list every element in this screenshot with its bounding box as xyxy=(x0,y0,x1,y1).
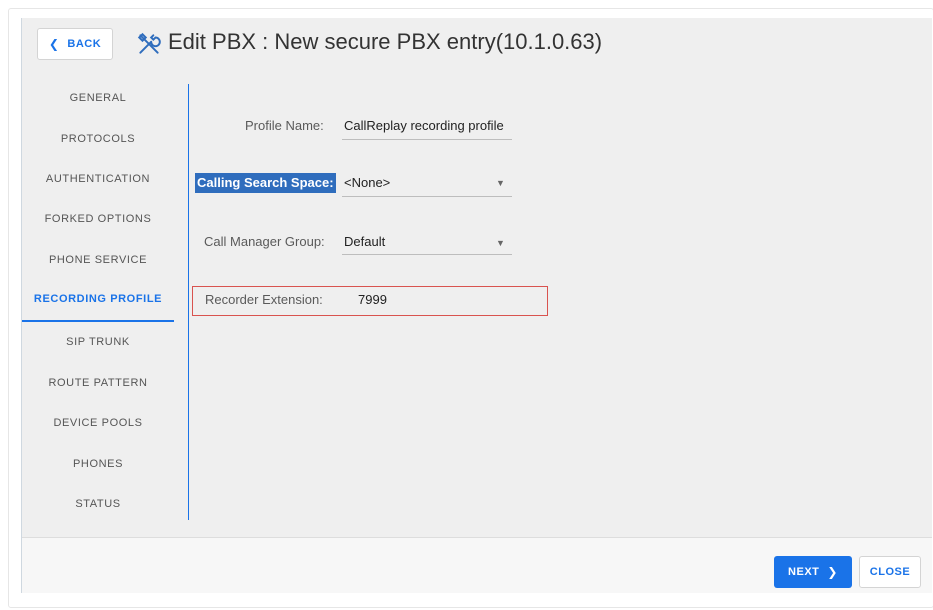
close-button[interactable]: CLOSE xyxy=(859,556,921,588)
chevron-right-icon: ❯ xyxy=(827,565,838,579)
calling-search-space-label: Calling Search Space: xyxy=(195,173,336,193)
sidebar-item-device-pools[interactable]: DEVICE POOLS xyxy=(22,408,174,438)
calling-search-space-underline xyxy=(342,196,512,197)
sidebar-item-label: GENERAL xyxy=(69,92,127,104)
call-manager-group-label: Call Manager Group: xyxy=(204,234,325,249)
tools-icon xyxy=(137,32,161,54)
sidebar-item-sip-trunk[interactable]: SIP TRUNK xyxy=(22,327,174,357)
sidebar-item-status[interactable]: STATUS xyxy=(22,489,174,519)
sidebar-item-recording-profile[interactable]: RECORDING PROFILE xyxy=(22,284,174,314)
sidebar-item-forked-options[interactable]: FORKED OPTIONS xyxy=(22,204,174,234)
active-tab-indicator xyxy=(22,320,174,322)
next-button-label: NEXT xyxy=(788,566,820,578)
sidebar-item-label: RECORDING PROFILE xyxy=(33,293,163,305)
sidebar-item-label: STATUS xyxy=(75,498,121,510)
sidebar-item-label: PHONES xyxy=(72,458,124,470)
call-manager-group-select[interactable]: Default xyxy=(344,234,385,249)
sidebar-item-label: ROUTE PATTERN xyxy=(48,377,148,389)
next-button[interactable]: NEXT ❯ xyxy=(774,556,852,588)
sidebar-item-label: AUTHENTICATION xyxy=(45,173,151,185)
close-button-label: CLOSE xyxy=(869,566,911,578)
sidebar-item-protocols[interactable]: PROTOCOLS xyxy=(22,124,174,154)
sidebar-item-label: PROTOCOLS xyxy=(60,133,136,145)
profile-name-label: Profile Name: xyxy=(245,118,324,133)
chevron-down-icon[interactable]: ▼ xyxy=(496,238,505,248)
sidebar-item-label: DEVICE POOLS xyxy=(53,417,143,429)
sidebar-item-authentication[interactable]: AUTHENTICATION xyxy=(22,164,174,194)
back-button[interactable]: ❮ BACK xyxy=(37,28,113,60)
sidebar-item-phones[interactable]: PHONES xyxy=(22,449,174,479)
page-title: Edit PBX : New secure PBX entry(10.1.0.6… xyxy=(168,29,603,54)
back-button-label: BACK xyxy=(67,38,102,50)
calling-search-space-select[interactable]: <None> xyxy=(344,175,390,190)
sidebar-item-label: SIP TRUNK xyxy=(66,336,130,348)
sidebar-item-phone-service[interactable]: PHONE SERVICE xyxy=(22,245,174,275)
recorder-extension-label: Recorder Extension: xyxy=(205,292,323,307)
sidebar-item-general[interactable]: GENERAL xyxy=(22,83,174,113)
sidebar-item-label: FORKED OPTIONS xyxy=(44,213,152,225)
profile-name-underline xyxy=(342,139,512,140)
sidebar-divider xyxy=(188,84,189,520)
edit-pbx-panel: ❮ BACK Edit PBX : New secure PBX entry(1… xyxy=(21,18,932,593)
sidebar-item-route-pattern[interactable]: ROUTE PATTERN xyxy=(22,368,174,398)
recorder-extension-input[interactable]: 7999 xyxy=(358,292,387,307)
chevron-down-icon[interactable]: ▼ xyxy=(496,178,505,188)
sidebar-item-label: PHONE SERVICE xyxy=(48,254,148,266)
header: ❮ BACK Edit PBX : New secure PBX entry(1… xyxy=(22,18,932,76)
profile-name-input[interactable]: CallReplay recording profile xyxy=(344,118,504,133)
call-manager-group-underline xyxy=(342,254,512,255)
chevron-left-icon: ❮ xyxy=(48,37,60,51)
